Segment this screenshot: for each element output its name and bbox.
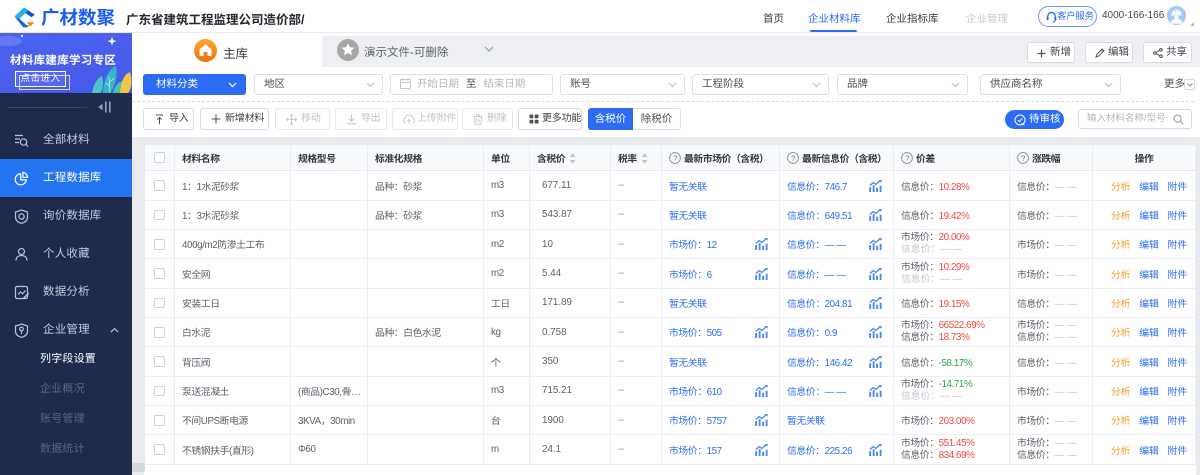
svg-text:?: ? bbox=[905, 154, 909, 163]
svg-text:?: ? bbox=[1021, 154, 1025, 163]
svg-text:?: ? bbox=[791, 154, 795, 163]
svg-text:?: ? bbox=[673, 154, 677, 163]
